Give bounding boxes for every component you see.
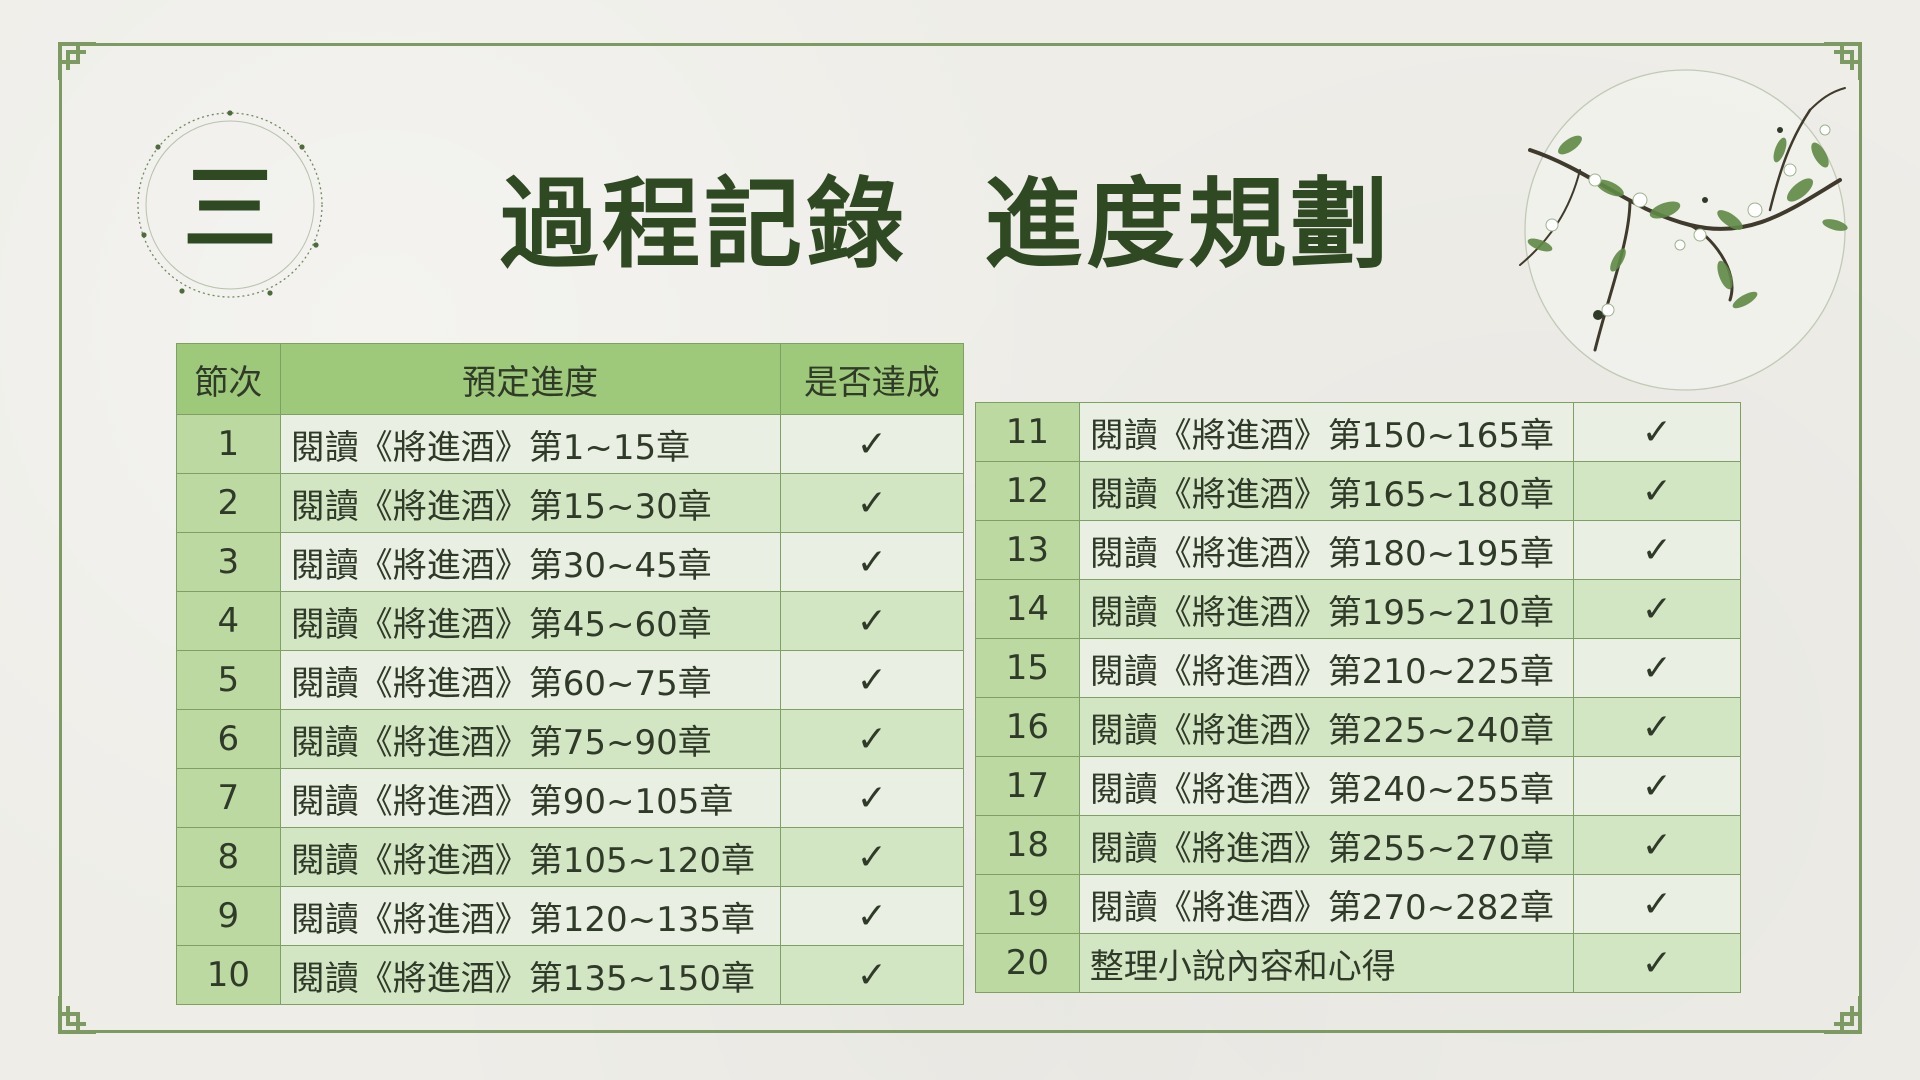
schedule-table-right: 11 閱讀《將進酒》第150~165章 ✓ 12 閱讀《將進酒》第165~180…: [975, 402, 1742, 993]
planned-progress: 閱讀《將進酒》第90~105章: [279, 768, 781, 828]
table-row: 17 閱讀《將進酒》第240~255章 ✓: [975, 756, 1742, 816]
corner-ornament-icon: [56, 992, 100, 1036]
header-session: 節次: [176, 343, 281, 415]
header-done: 是否達成: [779, 343, 965, 415]
header-plan: 預定進度: [279, 343, 781, 415]
table-row: 4 閱讀《將進酒》第45~60章 ✓: [176, 591, 965, 651]
check-icon: ✓: [779, 414, 965, 474]
session-number: 20: [975, 933, 1080, 993]
table-row: 20 整理小說內容和心得 ✓: [975, 933, 1742, 993]
session-number: 1: [176, 414, 281, 474]
corner-ornament-icon: [1820, 992, 1864, 1036]
planned-progress: 閱讀《將進酒》第15~30章: [279, 473, 781, 533]
check-icon: ✓: [1572, 402, 1742, 462]
check-icon: ✓: [1572, 874, 1742, 934]
check-icon: ✓: [779, 886, 965, 946]
session-number: 13: [975, 520, 1080, 580]
table-row: 13 閱讀《將進酒》第180~195章 ✓: [975, 520, 1742, 580]
planned-progress: 閱讀《將進酒》第195~210章: [1078, 579, 1574, 639]
table-row: 19 閱讀《將進酒》第270~282章 ✓: [975, 874, 1742, 934]
corner-ornament-icon: [56, 40, 100, 84]
plum-blossom-branch-icon: [1519, 69, 1848, 391]
check-icon: ✓: [1572, 815, 1742, 875]
planned-progress: 閱讀《將進酒》第60~75章: [279, 650, 781, 710]
session-number: 17: [975, 756, 1080, 816]
session-number: 14: [975, 579, 1080, 639]
table-row: 3 閱讀《將進酒》第30~45章 ✓: [176, 532, 965, 592]
table-row: 15 閱讀《將進酒》第210~225章 ✓: [975, 638, 1742, 698]
section-badge: 三: [120, 95, 340, 315]
session-number: 4: [176, 591, 281, 651]
check-icon: ✓: [1572, 697, 1742, 757]
check-icon: ✓: [1572, 579, 1742, 639]
planned-progress: 閱讀《將進酒》第180~195章: [1078, 520, 1574, 580]
planned-progress: 閱讀《將進酒》第150~165章: [1078, 402, 1574, 462]
planned-progress: 閱讀《將進酒》第165~180章: [1078, 461, 1574, 521]
session-number: 15: [975, 638, 1080, 698]
table-row: 11 閱讀《將進酒》第150~165章 ✓: [975, 402, 1742, 462]
session-number: 12: [975, 461, 1080, 521]
table-row: 18 閱讀《將進酒》第255~270章 ✓: [975, 815, 1742, 875]
session-number: 9: [176, 886, 281, 946]
planned-progress: 閱讀《將進酒》第225~240章: [1078, 697, 1574, 757]
table-row: 10 閱讀《將進酒》第135~150章 ✓: [176, 945, 965, 1005]
check-icon: ✓: [779, 473, 965, 533]
planned-progress: 閱讀《將進酒》第240~255章: [1078, 756, 1574, 816]
check-icon: ✓: [779, 827, 965, 887]
check-icon: ✓: [779, 650, 965, 710]
planned-progress: 閱讀《將進酒》第45~60章: [279, 591, 781, 651]
check-icon: ✓: [1572, 638, 1742, 698]
planned-progress: 閱讀《將進酒》第270~282章: [1078, 874, 1574, 934]
table-row: 16 閱讀《將進酒》第225~240章 ✓: [975, 697, 1742, 757]
session-number: 11: [975, 402, 1080, 462]
table-row: 7 閱讀《將進酒》第90~105章 ✓: [176, 768, 965, 828]
session-number: 2: [176, 473, 281, 533]
table-row: 2 閱讀《將進酒》第15~30章 ✓: [176, 473, 965, 533]
session-number: 3: [176, 532, 281, 592]
planned-progress: 閱讀《將進酒》第30~45章: [279, 532, 781, 592]
planned-progress: 閱讀《將進酒》第105~120章: [279, 827, 781, 887]
session-number: 18: [975, 815, 1080, 875]
session-number: 16: [975, 697, 1080, 757]
table-header-row: 節次 預定進度 是否達成: [176, 343, 965, 415]
session-number: 19: [975, 874, 1080, 934]
check-icon: ✓: [779, 768, 965, 828]
table-row: 5 閱讀《將進酒》第60~75章 ✓: [176, 650, 965, 710]
planned-progress: 閱讀《將進酒》第135~150章: [279, 945, 781, 1005]
table-row: 6 閱讀《將進酒》第75~90章 ✓: [176, 709, 965, 769]
check-icon: ✓: [779, 709, 965, 769]
planned-progress: 閱讀《將進酒》第75~90章: [279, 709, 781, 769]
schedule-table-left: 節次 預定進度 是否達成 1 閱讀《將進酒》第1~15章 ✓ 2 閱讀《將進酒》…: [176, 343, 965, 1005]
session-number: 5: [176, 650, 281, 710]
check-icon: ✓: [1572, 756, 1742, 816]
check-icon: ✓: [1572, 461, 1742, 521]
planned-progress: 閱讀《將進酒》第1~15章: [279, 414, 781, 474]
check-icon: ✓: [1572, 520, 1742, 580]
session-number: 8: [176, 827, 281, 887]
session-number: 10: [176, 945, 281, 1005]
page-title: 過程記錄 進度規劃: [500, 167, 1393, 282]
check-icon: ✓: [779, 945, 965, 1005]
section-number: 三: [182, 154, 277, 264]
table-row: 14 閱讀《將進酒》第195~210章 ✓: [975, 579, 1742, 639]
planned-progress: 閱讀《將進酒》第210~225章: [1078, 638, 1574, 698]
planned-progress: 整理小說內容和心得: [1078, 933, 1574, 993]
session-number: 7: [176, 768, 281, 828]
planned-progress: 閱讀《將進酒》第120~135章: [279, 886, 781, 946]
table-row: 12 閱讀《將進酒》第165~180章 ✓: [975, 461, 1742, 521]
table-row: 9 閱讀《將進酒》第120~135章 ✓: [176, 886, 965, 946]
session-number: 6: [176, 709, 281, 769]
planned-progress: 閱讀《將進酒》第255~270章: [1078, 815, 1574, 875]
table-row: 1 閱讀《將進酒》第1~15章 ✓: [176, 414, 965, 474]
check-icon: ✓: [1572, 933, 1742, 993]
check-icon: ✓: [779, 532, 965, 592]
table-row: 8 閱讀《將進酒》第105~120章 ✓: [176, 827, 965, 887]
check-icon: ✓: [779, 591, 965, 651]
